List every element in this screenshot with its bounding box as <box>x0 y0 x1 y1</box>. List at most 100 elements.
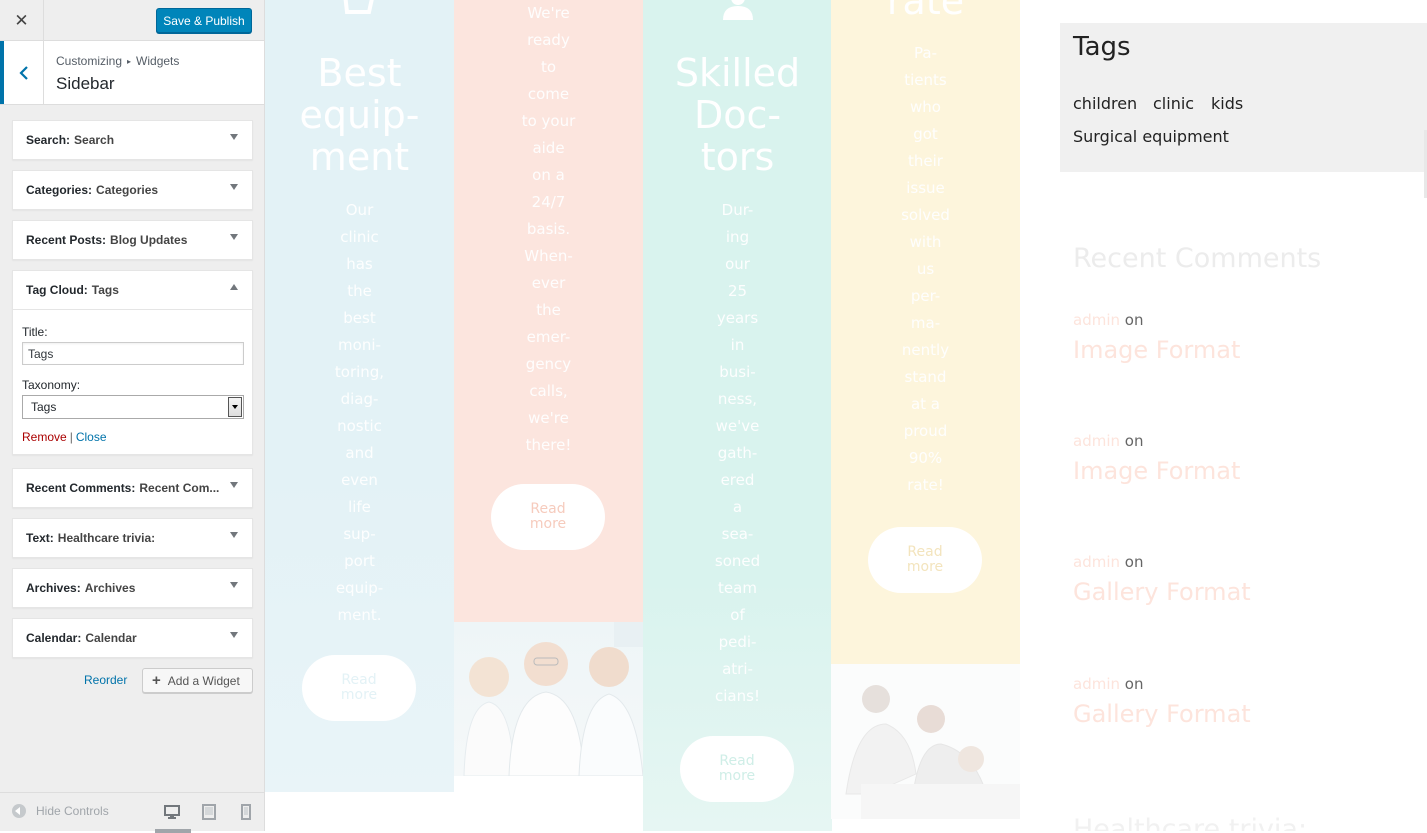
title-field-label: Title: <box>22 325 48 339</box>
mobile-preview-button[interactable] <box>237 803 255 821</box>
column-text-line: rate! <box>907 476 944 494</box>
widget-calendar: Calendar: Calendar <box>12 618 253 658</box>
column-text: Our clinic has the best moni-toring, diag-nost… <box>265 197 454 629</box>
tag-link[interactable]: clinic <box>1153 94 1194 113</box>
read-more-button[interactable]: Read more <box>302 655 416 721</box>
title-input[interactable] <box>22 342 244 365</box>
read-more-button[interactable]: Read more <box>491 484 605 550</box>
comment-meta: admin on <box>1073 432 1143 450</box>
widget-recent-posts-header[interactable]: Recent Posts: Blog Updates <box>13 221 252 259</box>
hide-controls-button[interactable]: Hide Controls <box>12 804 109 818</box>
comment-author-link[interactable]: admin <box>1073 311 1120 329</box>
widget-archives-header[interactable]: Archives: Archives <box>13 569 252 607</box>
column-text-line: gath- <box>717 444 758 462</box>
comment-meta: admin on <box>1073 675 1143 693</box>
doctors-photo <box>454 622 643 776</box>
widget-categories-header[interactable]: Categories: Categories <box>13 171 252 209</box>
reorder-link[interactable]: Reorder <box>84 673 127 687</box>
widget-calendar-header[interactable]: Calendar: Calendar <box>13 619 252 657</box>
read-more-line: more <box>529 516 567 532</box>
read-more-line: Read <box>341 672 377 688</box>
tag-link[interactable]: Surgical equipment <box>1073 127 1229 146</box>
comment-post-link[interactable]: Image Format <box>1073 457 1240 485</box>
breadcrumb-separator: ▸ <box>127 57 132 66</box>
collapse-arrow-icon[interactable] <box>230 284 238 290</box>
column-text-line: ered <box>720 471 755 489</box>
expand-arrow-icon[interactable] <box>230 234 238 240</box>
widget-search: Search: Search <box>12 120 253 160</box>
comment-post-link[interactable]: Image Format <box>1073 336 1240 364</box>
tablet-preview-button[interactable] <box>200 803 218 821</box>
plus-icon: + <box>152 672 161 689</box>
taxonomy-select[interactable]: Tags <box>22 395 244 419</box>
comment-author-link[interactable]: admin <box>1073 432 1120 450</box>
column-heading: rate <box>831 0 1020 22</box>
widget-type-label: Search: <box>26 133 71 147</box>
column-text-line: our <box>725 255 750 273</box>
column-text-line: ing <box>725 228 750 246</box>
comment-author-link[interactable]: admin <box>1073 675 1120 693</box>
column-text-line: We're <box>527 4 570 22</box>
column-heading: Skilled Doc- tors <box>643 52 832 178</box>
add-widget-button[interactable]: + Add a Widget <box>142 668 253 693</box>
widget-recent-comments-header[interactable]: Recent Comments: Recent Com... <box>13 469 252 507</box>
tags-widget: Tags children clinic kids Surgical equip… <box>1060 23 1427 172</box>
comment-on-text: on <box>1124 553 1144 571</box>
tag-link[interactable]: kids <box>1211 94 1243 113</box>
save-publish-button[interactable]: Save & Publish <box>156 8 252 33</box>
widget-tag-cloud-header[interactable]: Tag Cloud: Tags <box>13 271 252 309</box>
column-text-line: soned <box>714 552 761 570</box>
comment-author-link[interactable]: admin <box>1073 553 1120 571</box>
widget-text-header[interactable]: Text: Healthcare trivia: <box>13 519 252 557</box>
widget-tag-cloud: Tag Cloud:Tags Title: Taxonomy: Tags Rem… <box>12 270 253 455</box>
expand-arrow-icon[interactable] <box>230 632 238 638</box>
widget-search-header[interactable]: Search: Search <box>13 121 252 159</box>
read-more-line: more <box>718 768 756 784</box>
column-text-line: ness, <box>717 390 758 408</box>
back-button[interactable] <box>0 41 44 104</box>
read-more-button[interactable]: Read more <box>868 527 982 593</box>
column-text-line: with <box>909 233 942 251</box>
column-text-line: 24/7 <box>531 193 566 211</box>
column-text-line: of <box>730 606 745 624</box>
column-text-line: nostic <box>337 417 382 435</box>
expand-arrow-icon[interactable] <box>230 532 238 538</box>
comment-meta: admin on <box>1073 553 1143 571</box>
widget-type-label: Text: <box>26 531 54 545</box>
expand-arrow-icon[interactable] <box>230 134 238 140</box>
expand-arrow-icon[interactable] <box>230 184 238 190</box>
column-text-line: solved <box>901 206 950 224</box>
column-text-line: moni- <box>338 336 381 354</box>
dropdown-arrow-icon[interactable] <box>228 397 242 417</box>
column-text-line: in <box>730 336 745 354</box>
widget-title-label: Healthcare trivia: <box>57 531 156 545</box>
column-text-line: sea- <box>721 525 754 543</box>
breadcrumb-customizing: Customizing <box>56 54 123 68</box>
widget-title-label: Tags <box>91 283 119 297</box>
customizer-footer: Hide Controls <box>0 792 264 833</box>
column-text-line: to <box>540 58 557 76</box>
column-text-line: years <box>716 309 759 327</box>
taxonomy-field-label: Taxonomy: <box>22 378 81 392</box>
expand-arrow-icon[interactable] <box>230 482 238 488</box>
comment-post-link[interactable]: Gallery Format <box>1073 578 1251 606</box>
heading-line: Doc- <box>693 93 782 137</box>
desktop-preview-button[interactable] <box>155 803 191 833</box>
tag-link[interactable]: children <box>1073 94 1137 113</box>
widget-type-label: Recent Posts: <box>26 233 107 247</box>
column-text-line: cians! <box>715 687 760 705</box>
remove-widget-link[interactable]: Remove <box>22 430 67 444</box>
column-text-line: we've <box>715 417 760 435</box>
column-text-line: at a <box>910 395 941 413</box>
breadcrumb-widgets: Widgets <box>136 54 180 68</box>
desktop-icon <box>164 805 180 819</box>
collapse-icon <box>12 804 26 818</box>
close-customizer-button[interactable]: ✕ <box>0 0 44 41</box>
close-widget-link[interactable]: Close <box>76 430 107 444</box>
heading-line: Best <box>317 51 402 95</box>
read-more-button[interactable]: Read more <box>680 736 794 802</box>
doctors-illustration <box>463 622 643 776</box>
expand-arrow-icon[interactable] <box>230 582 238 588</box>
comment-post-link[interactable]: Gallery Format <box>1073 700 1251 728</box>
heading-line: equip- <box>299 93 420 137</box>
